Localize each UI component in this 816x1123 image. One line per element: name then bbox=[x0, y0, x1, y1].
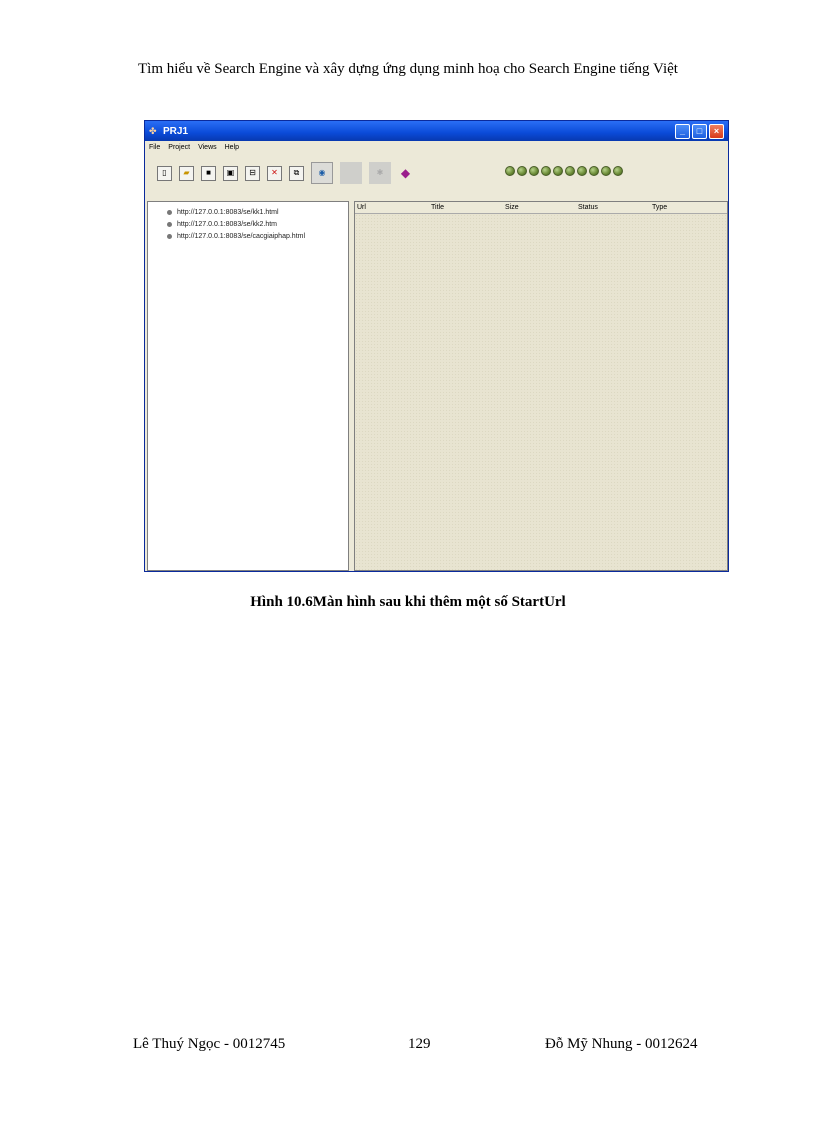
disabled-button-1[interactable] bbox=[340, 162, 362, 184]
minimize-button[interactable]: _ bbox=[675, 123, 690, 139]
help-book-button[interactable]: ◆ bbox=[398, 166, 413, 181]
save-button[interactable]: ■ bbox=[201, 165, 216, 181]
app-icon: ✤ bbox=[149, 126, 157, 136]
menu-project[interactable]: Project bbox=[168, 144, 190, 151]
save-icon: ■ bbox=[206, 168, 211, 177]
menu-views[interactable]: Views bbox=[198, 144, 217, 151]
status-light bbox=[505, 166, 515, 176]
status-light bbox=[565, 166, 575, 176]
status-light bbox=[577, 166, 587, 176]
status-light bbox=[529, 166, 539, 176]
tree-item[interactable]: http://127.0.0.1:8083/se/cacgiaiphap.htm… bbox=[148, 230, 348, 242]
table-header: Url Title Size Status Type bbox=[355, 202, 727, 214]
footer-author-left: Lê Thuý Ngọc - 0012745 bbox=[133, 1036, 286, 1052]
status-light bbox=[553, 166, 563, 176]
table-body bbox=[355, 214, 727, 570]
tree-item-label: http://127.0.0.1:8083/se/kk1.html bbox=[177, 208, 279, 216]
start-url-tree[interactable]: http://127.0.0.1:8083/se/kk1.html http:/… bbox=[147, 201, 349, 571]
maximize-icon: □ bbox=[696, 125, 703, 136]
delete-icon: ✕ bbox=[271, 168, 278, 177]
column-status[interactable]: Status bbox=[576, 202, 650, 213]
tree-item[interactable]: http://127.0.0.1:8083/se/kk1.html bbox=[148, 206, 348, 218]
bullet-icon bbox=[167, 209, 172, 215]
status-light bbox=[541, 166, 551, 176]
delete-url-button[interactable]: ✕ bbox=[267, 165, 282, 181]
save-all-icon: ▣ bbox=[226, 168, 235, 177]
results-table: Url Title Size Status Type bbox=[354, 201, 728, 571]
gear-icon: ✱ bbox=[376, 168, 384, 177]
page-number: 129 bbox=[408, 1036, 431, 1052]
book-icon: ◆ bbox=[400, 166, 411, 180]
column-title[interactable]: Title bbox=[429, 202, 503, 213]
save-all-button[interactable]: ▣ bbox=[223, 165, 238, 181]
bullet-icon bbox=[167, 233, 172, 239]
bullet-icon bbox=[167, 221, 172, 227]
menu-file[interactable]: File bbox=[149, 144, 160, 151]
close-button[interactable]: × bbox=[709, 123, 724, 139]
tree-item-label: http://127.0.0.1:8083/se/kk2.htm bbox=[177, 220, 278, 228]
open-folder-icon: ▰ bbox=[183, 168, 190, 177]
title-bar[interactable]: ✤ PRJ1 _ □ × bbox=[145, 121, 728, 141]
figure-caption: Hình 10.6Màn hình sau khi thêm một số St… bbox=[250, 594, 566, 610]
tree-item[interactable]: http://127.0.0.1:8083/se/kk2.htm bbox=[148, 218, 348, 230]
status-lights bbox=[505, 166, 625, 176]
window-title: PRJ1 bbox=[163, 125, 189, 137]
status-light bbox=[601, 166, 611, 176]
footer-author-right: Đỗ Mỹ Nhung - 0012624 bbox=[545, 1036, 698, 1052]
toolbar: ▯ ▰ ■ ▣ ⊟ ✕ ⧉ ◉ ✱ ◆ bbox=[145, 154, 728, 192]
status-light bbox=[613, 166, 623, 176]
column-type[interactable]: Type bbox=[650, 202, 724, 213]
close-icon: × bbox=[713, 125, 720, 136]
properties-button[interactable]: ⧉ bbox=[289, 165, 304, 181]
open-folder-button[interactable]: ▰ bbox=[179, 165, 194, 181]
status-light bbox=[517, 166, 527, 176]
properties-icon: ⧉ bbox=[293, 168, 300, 177]
column-url[interactable]: Url bbox=[355, 202, 429, 213]
menu-help[interactable]: Help bbox=[225, 144, 239, 151]
app-window: ✤ PRJ1 _ □ × File Project Views Help ▯ ▰… bbox=[144, 120, 729, 572]
maximize-button[interactable]: □ bbox=[692, 123, 707, 139]
column-size[interactable]: Size bbox=[503, 202, 576, 213]
menu-bar: File Project Views Help bbox=[145, 141, 728, 154]
disabled-button-2[interactable]: ✱ bbox=[369, 162, 391, 184]
new-file-icon: ▯ bbox=[162, 168, 167, 177]
new-file-button[interactable]: ▯ bbox=[157, 165, 172, 181]
crawl-button[interactable]: ◉ bbox=[311, 162, 333, 184]
add-url-icon: ⊟ bbox=[249, 168, 256, 177]
status-light bbox=[589, 166, 599, 176]
minimize-icon: _ bbox=[679, 125, 685, 136]
crawl-icon: ◉ bbox=[318, 168, 326, 177]
add-url-button[interactable]: ⊟ bbox=[245, 165, 260, 181]
page-header: Tìm hiểu về Search Engine và xây dựng ứn… bbox=[138, 61, 678, 77]
main-content: http://127.0.0.1:8083/se/kk1.html http:/… bbox=[147, 201, 728, 571]
tree-item-label: http://127.0.0.1:8083/se/cacgiaiphap.htm… bbox=[177, 232, 306, 240]
